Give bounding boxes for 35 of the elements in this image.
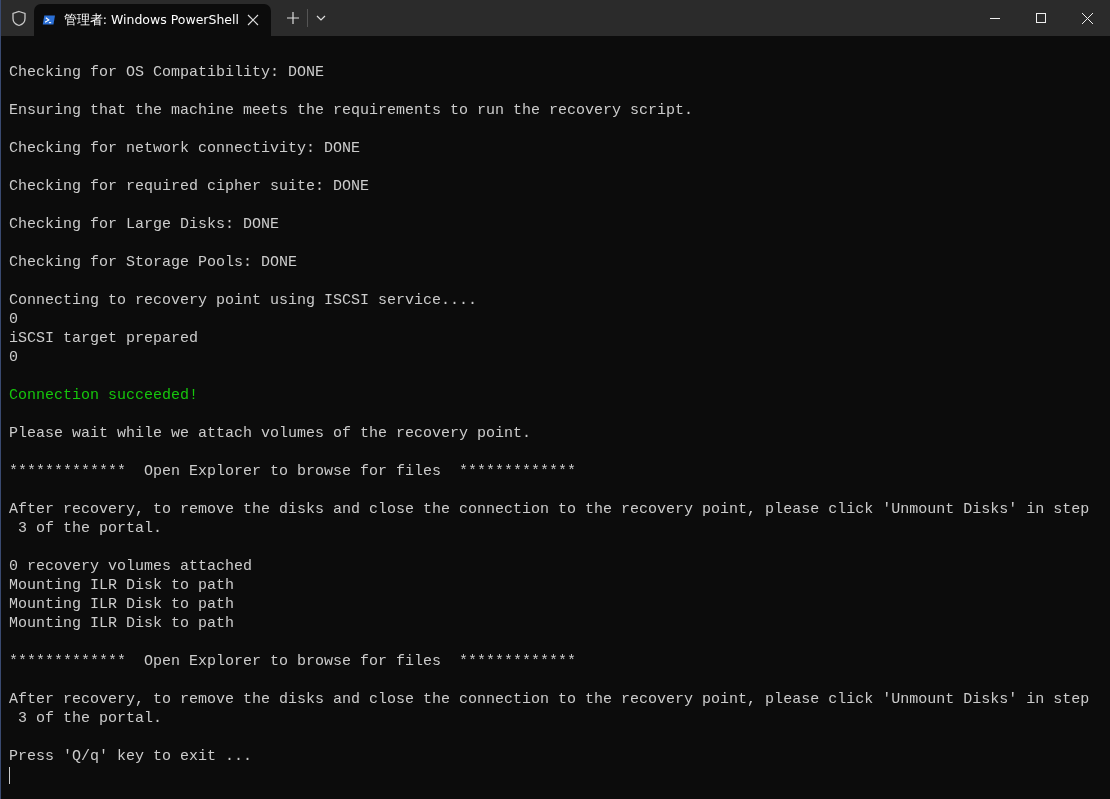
tab-title: 管理者: Windows PowerShell (63, 11, 239, 29)
close-icon (1081, 12, 1093, 24)
output-line: Please wait while we attach volumes of the recovery point. (9, 424, 532, 443)
output-line: Mounting ILR Disk to path (9, 576, 235, 595)
output-line: Mounting ILR Disk to path (9, 595, 235, 614)
success-message: Connection succeeded! (9, 386, 199, 405)
powershell-icon (42, 13, 56, 27)
output-line: 0 (9, 310, 18, 329)
output-line: Ensuring that the machine meets the requirements to run the recovery script. (9, 101, 694, 120)
close-tab-button[interactable] (247, 14, 259, 26)
chevron-down-icon (316, 15, 326, 21)
output-line: 0 recovery volumes attached (9, 557, 253, 576)
close-icon (247, 14, 259, 26)
output-line: Mounting ILR Disk to path (9, 614, 235, 633)
shield-icon (11, 9, 27, 27)
output-line: 0 (9, 348, 18, 367)
output-line: ************* Open Explorer to browse for files ************* (9, 652, 577, 671)
output-line: iSCSI target prepared (9, 329, 199, 348)
terminal-tab[interactable]: 管理者: Windows PowerShell (34, 4, 271, 36)
maximize-icon (1036, 13, 1046, 23)
output-line: Press 'Q/q' key to exit ... (9, 747, 253, 766)
minimize-icon (990, 17, 1000, 19)
output-line: Connecting to recovery point using ISCSI service.... (9, 291, 478, 310)
output-line: Checking for Storage Pools: DONE (9, 253, 298, 272)
output-line: Checking for required cipher suite: DONE (9, 177, 370, 196)
output-line: Checking for OS Compatibility: DONE (9, 63, 325, 82)
output-line: ************* Open Explorer to browse for files ************* (9, 462, 577, 481)
output-line: 3 of the portal. (17, 519, 163, 538)
output-line: After recovery, to remove the disks and close the connection to the recovery point, please click 'Unmount Disks' in step (9, 500, 1090, 519)
text-cursor (9, 767, 10, 784)
output-line: Checking for Large Disks: DONE (9, 215, 280, 234)
output-line: Checking for network connectivity: DONE (9, 139, 361, 158)
output-line: 3 of the portal. (17, 709, 163, 728)
plus-icon (287, 12, 299, 24)
output-line: After recovery, to remove the disks and close the connection to the recovery point, please click 'Unmount Disks' in step (9, 690, 1090, 709)
